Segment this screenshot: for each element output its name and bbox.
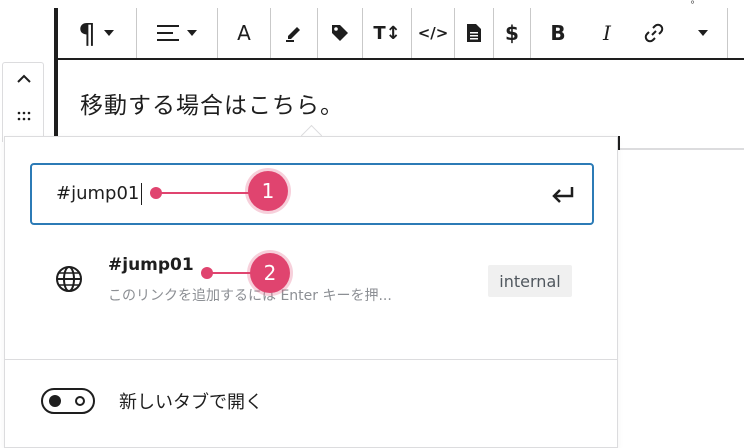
paragraph-text[interactable]: 移動する場合はこちら。 — [80, 86, 344, 120]
link-popover: #jump01 #jump01 このリンクを追加するには Enter キーを押.… — [4, 136, 618, 448]
highlight-icon — [286, 27, 300, 42]
dollar-icon: $ — [505, 21, 519, 45]
new-tab-toggle[interactable] — [41, 388, 95, 414]
block-toolbar: ¶ A T↕ </> $ B I — [54, 8, 744, 60]
link-icon — [644, 23, 664, 43]
url-value-text: #jump01 — [56, 183, 140, 204]
toggle-off-mark — [75, 396, 85, 406]
annotation-1-line — [156, 192, 256, 194]
paragraph-block-switcher[interactable]: ¶ — [56, 8, 136, 58]
suggestion-subtitle: このリンクを追加するには Enter キーを押... — [108, 288, 392, 304]
url-input-value: #jump01 — [56, 183, 143, 205]
bold-button[interactable]: B — [531, 8, 585, 58]
align-icon — [157, 25, 179, 41]
block-bottom-border — [620, 148, 744, 150]
document-icon — [467, 24, 481, 42]
annotation-1-dot — [150, 187, 162, 199]
enter-icon[interactable] — [550, 183, 576, 205]
code-button[interactable]: </> — [412, 8, 454, 58]
format-group: A — [218, 8, 271, 58]
code-group: </> — [412, 8, 455, 58]
paragraph-group: ¶ — [56, 8, 137, 58]
text-color-button[interactable]: A — [218, 8, 270, 58]
text-size-button[interactable]: T↕ — [363, 8, 411, 58]
highlight-button[interactable] — [271, 8, 317, 58]
annotation-2-dot — [201, 267, 213, 279]
globe-icon — [56, 266, 82, 292]
more-options-button[interactable] — [679, 8, 727, 58]
paragraph-icon: ¶ — [78, 16, 96, 50]
highlight-group — [271, 8, 318, 58]
text-color-label: A — [237, 21, 251, 45]
toggle-knob — [49, 395, 61, 407]
toolbar-divider — [727, 8, 728, 58]
dollar-group: $ — [494, 8, 531, 58]
suggestion-title: #jump01 — [108, 255, 194, 275]
new-tab-label: 新しいタブで開く — [119, 392, 263, 413]
new-tab-setting: 新しいタブで開く — [5, 360, 617, 448]
bold-label: B — [550, 21, 566, 45]
align-button[interactable] — [137, 8, 217, 58]
dollar-button[interactable]: $ — [494, 8, 530, 58]
link-suggestion[interactable]: #jump01 このリンクを追加するには Enter キーを押... inter… — [5, 249, 617, 319]
italic-button[interactable]: I — [585, 8, 629, 58]
chevron-down-icon — [187, 30, 197, 36]
text-size-icon: T↕ — [373, 22, 401, 44]
drag-handle-icon[interactable] — [17, 111, 31, 121]
url-input[interactable]: #jump01 — [30, 163, 594, 225]
tag-group — [318, 8, 363, 58]
link-button[interactable] — [629, 8, 679, 58]
chevron-up-icon[interactable] — [16, 73, 32, 85]
chevron-down-icon — [103, 30, 114, 36]
code-icon: </> — [417, 24, 449, 42]
text-caret — [141, 183, 143, 205]
tag-icon — [332, 25, 348, 41]
document-group — [455, 8, 494, 58]
align-group — [137, 8, 218, 58]
text-size-group: T↕ — [363, 8, 412, 58]
annotation-1-marker: 1 — [248, 171, 288, 211]
document-button[interactable] — [455, 8, 493, 58]
italic-label: I — [603, 21, 611, 45]
tag-button[interactable] — [318, 8, 362, 58]
annotation-2-marker: 2 — [250, 253, 290, 293]
inline-format-group: B I — [531, 8, 728, 58]
block-left-border — [54, 8, 58, 148]
block-mover — [2, 62, 44, 142]
chevron-down-icon — [698, 30, 708, 36]
suggestion-type-badge: internal — [488, 265, 572, 297]
